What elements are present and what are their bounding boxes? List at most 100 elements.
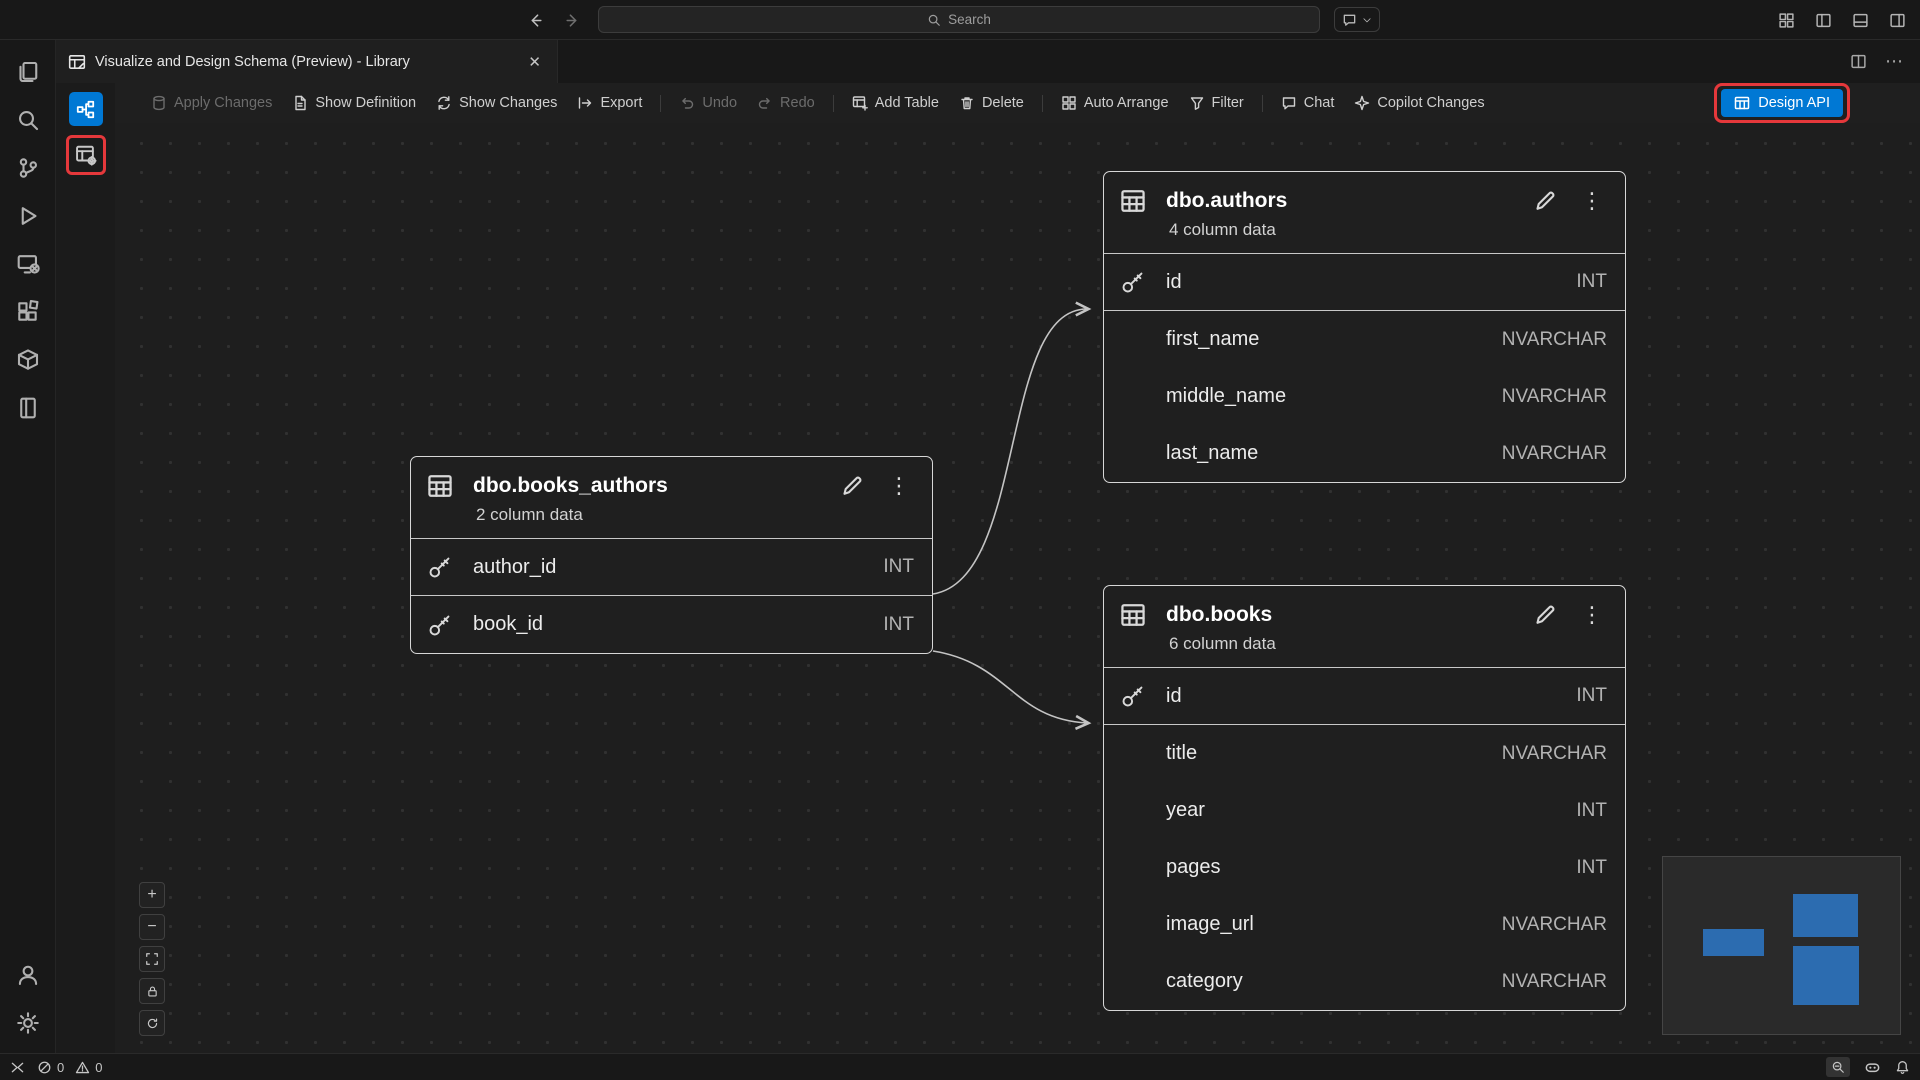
add-table-button[interactable]: Add Table xyxy=(842,90,949,116)
primary-key-icon xyxy=(427,612,473,638)
fit-view-button[interactable] xyxy=(139,946,165,972)
editor-area: Visualize and Design Schema (Preview) - … xyxy=(56,40,1920,1053)
table-card-books[interactable]: dbo.books ⋮ 6 column data idINTtitleNVAR… xyxy=(1103,585,1626,1011)
settings-gear-icon[interactable] xyxy=(4,999,52,1047)
toggle-secondary-sidebar-icon[interactable] xyxy=(1889,12,1906,29)
delete-button[interactable]: Delete xyxy=(949,90,1034,116)
remote-indicator-icon[interactable] xyxy=(10,1060,25,1075)
tab-schema-designer[interactable]: Visualize and Design Schema (Preview) - … xyxy=(56,40,558,83)
copilot-changes-button[interactable]: Copilot Changes xyxy=(1344,90,1494,116)
minimap-table-books xyxy=(1793,946,1859,1005)
remote-explorer-icon[interactable] xyxy=(4,240,52,288)
design-api-button[interactable]: Design API xyxy=(1721,89,1843,117)
redo-button[interactable]: Redo xyxy=(747,90,825,116)
tab-bar: Visualize and Design Schema (Preview) - … xyxy=(56,40,1920,83)
column-type: INT xyxy=(883,556,914,578)
copilot-status-icon[interactable] xyxy=(1864,1059,1881,1076)
chat-button[interactable]: Chat xyxy=(1271,90,1345,116)
activity-bar xyxy=(0,40,56,1053)
column-row[interactable]: last_nameNVARCHAR xyxy=(1104,425,1625,482)
reset-view-button[interactable] xyxy=(139,1010,165,1036)
database-project-icon[interactable] xyxy=(4,384,52,432)
customize-layout-icon[interactable] xyxy=(1778,12,1795,29)
zoom-status-icon[interactable] xyxy=(1826,1057,1850,1077)
minimap[interactable] xyxy=(1662,856,1901,1035)
minimap-table-authors xyxy=(1793,894,1858,937)
table-more-options-icon[interactable]: ⋮ xyxy=(1577,188,1607,214)
column-row[interactable]: categoryNVARCHAR xyxy=(1104,953,1625,1010)
table-more-options-icon[interactable]: ⋮ xyxy=(884,473,914,499)
undo-button[interactable]: Undo xyxy=(669,90,747,116)
extensions-icon[interactable] xyxy=(4,288,52,336)
auto-arrange-button[interactable]: Auto Arrange xyxy=(1051,90,1179,116)
column-row[interactable]: book_idINT xyxy=(411,596,932,653)
column-name: middle_name xyxy=(1166,385,1502,408)
zoom-out-button[interactable]: − xyxy=(139,914,165,940)
forward-arrow-icon[interactable] xyxy=(564,12,581,29)
toggle-panel-icon[interactable] xyxy=(1852,12,1869,29)
edit-table-icon[interactable] xyxy=(840,474,864,498)
column-type: NVARCHAR xyxy=(1502,386,1607,408)
problems-indicator[interactable]: 0 0 xyxy=(37,1060,102,1075)
column-row[interactable]: image_urlNVARCHAR xyxy=(1104,896,1625,953)
table-more-options-icon[interactable]: ⋮ xyxy=(1577,602,1607,628)
column-count-label: 6 column data xyxy=(1104,630,1625,668)
back-arrow-icon[interactable] xyxy=(527,12,544,29)
warnings-icon xyxy=(75,1060,90,1075)
main-area: Visualize and Design Schema (Preview) - … xyxy=(0,40,1920,1053)
column-row[interactable]: idINT xyxy=(1104,254,1625,311)
apply-changes-button[interactable]: Apply Changes xyxy=(141,90,282,116)
source-control-icon[interactable] xyxy=(4,144,52,192)
table-card-header[interactable]: dbo.books ⋮ xyxy=(1104,586,1625,630)
lock-button[interactable] xyxy=(139,978,165,1004)
run-debug-icon[interactable] xyxy=(4,192,52,240)
tab-close-icon[interactable]: ✕ xyxy=(524,51,545,73)
edit-table-icon[interactable] xyxy=(1533,189,1557,213)
copilot-menu-button[interactable] xyxy=(1334,7,1380,32)
toolbar-divider xyxy=(833,95,834,112)
column-row[interactable]: yearINT xyxy=(1104,782,1625,839)
editor-more-actions-icon[interactable]: ⋯ xyxy=(1885,51,1904,72)
filter-button[interactable]: Filter xyxy=(1179,90,1254,116)
search-sidebar-icon[interactable] xyxy=(4,96,52,144)
column-type: INT xyxy=(1576,857,1607,879)
show-changes-button[interactable]: Show Changes xyxy=(426,90,567,116)
edit-table-icon[interactable] xyxy=(1533,603,1557,627)
database-icon[interactable] xyxy=(4,336,52,384)
table-card-authors[interactable]: dbo.authors ⋮ 4 column data idINTfirst_n… xyxy=(1103,171,1626,483)
column-row[interactable]: first_nameNVARCHAR xyxy=(1104,311,1625,368)
column-type: NVARCHAR xyxy=(1502,329,1607,351)
table-card-header[interactable]: dbo.authors ⋮ xyxy=(1104,172,1625,216)
search-icon xyxy=(927,13,941,27)
account-icon[interactable] xyxy=(4,951,52,999)
table-definitions-button[interactable] xyxy=(71,140,101,170)
notifications-bell-icon[interactable] xyxy=(1895,1060,1910,1075)
split-editor-icon[interactable] xyxy=(1850,53,1867,70)
column-name: first_name xyxy=(1166,328,1502,351)
errors-icon xyxy=(37,1060,52,1075)
column-row[interactable]: middle_nameNVARCHAR xyxy=(1104,368,1625,425)
zoom-in-button[interactable]: + xyxy=(139,882,165,908)
column-name: book_id xyxy=(473,613,883,636)
column-type: INT xyxy=(1576,685,1607,707)
column-row[interactable]: pagesINT xyxy=(1104,839,1625,896)
diagram-canvas[interactable]: dbo.authors ⋮ 4 column data idINTfirst_n… xyxy=(115,123,1920,1053)
toggle-primary-sidebar-icon[interactable] xyxy=(1815,12,1832,29)
highlight-box-table-tool xyxy=(66,135,106,175)
schema-diagram-button[interactable] xyxy=(69,92,103,126)
column-row[interactable]: titleNVARCHAR xyxy=(1104,725,1625,782)
show-definition-button[interactable]: Show Definition xyxy=(282,90,426,116)
search-input[interactable]: Search xyxy=(598,6,1320,33)
search-placeholder: Search xyxy=(948,12,991,27)
table-card-books-authors[interactable]: dbo.books_authors ⋮ 2 column data author… xyxy=(410,456,933,654)
column-row[interactable]: author_idINT xyxy=(411,539,932,596)
designer-toolbar: Apply Changes Show Definition Show Chang… xyxy=(115,83,1920,123)
column-type: INT xyxy=(1576,800,1607,822)
explorer-icon[interactable] xyxy=(4,48,52,96)
column-row[interactable]: idINT xyxy=(1104,668,1625,725)
status-bar: 0 0 xyxy=(0,1053,1920,1080)
table-name: dbo.books_authors xyxy=(473,474,820,498)
export-button[interactable]: Export xyxy=(567,90,652,116)
table-card-header[interactable]: dbo.books_authors ⋮ xyxy=(411,457,932,501)
table-name: dbo.authors xyxy=(1166,189,1513,213)
